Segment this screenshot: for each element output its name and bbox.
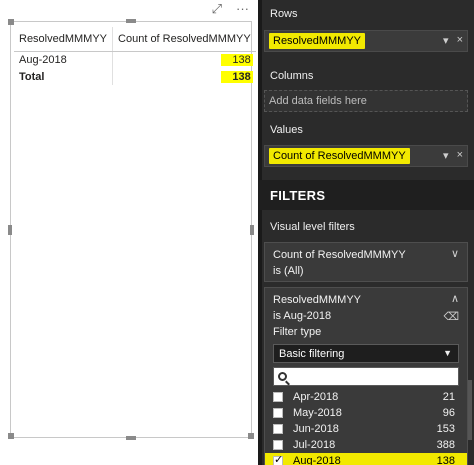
visual-level-filters-label: Visual level filters xyxy=(270,221,355,233)
chevron-down-icon[interactable]: ∨ xyxy=(451,247,459,260)
list-item[interactable]: Jul-2018 388 xyxy=(273,437,459,453)
values-section-label: Values xyxy=(270,124,303,136)
filter-type-dropdown[interactable]: Basic filtering ▼ xyxy=(273,344,459,363)
column-header-resolved[interactable]: ResolvedMMMYY xyxy=(14,27,114,52)
row-label: Aug-2018 xyxy=(14,51,114,68)
rows-field-name: ResolvedMMMYY xyxy=(269,33,366,49)
total-value: 138 xyxy=(220,70,253,83)
filter-card-resolved[interactable]: ResolvedMMMYY is Aug-2018 ∧ ⌫ Filter typ… xyxy=(264,287,468,465)
report-canvas: ⤢ ··· ResolvedMMMYY Count of ResolvedMMM… xyxy=(0,0,258,465)
resize-handle-bottom[interactable] xyxy=(126,436,136,440)
item-count: 138 xyxy=(436,455,455,465)
list-item-selected[interactable]: Aug-2018 138 xyxy=(265,453,467,465)
resize-handle-top-left[interactable] xyxy=(8,19,14,25)
item-count: 388 xyxy=(436,439,455,451)
total-row: Total 138 xyxy=(14,68,256,85)
item-count: 153 xyxy=(436,423,455,435)
columns-section-label: Columns xyxy=(270,70,314,82)
chevron-down-icon[interactable]: ▾ xyxy=(443,34,449,47)
pane-edge xyxy=(258,0,262,465)
column-header-count[interactable]: Count of ResolvedMMMYY xyxy=(112,27,256,52)
list-item[interactable]: Apr-2018 21 xyxy=(273,389,459,405)
list-item[interactable]: Jun-2018 153 xyxy=(273,421,459,437)
more-options-icon[interactable]: ··· xyxy=(236,2,249,16)
values-field-name: Count of ResolvedMMMYY xyxy=(269,148,410,164)
row-value-cell: 138 xyxy=(113,51,256,68)
focus-mode-icon[interactable]: ⤢ xyxy=(212,2,222,16)
table-row: Aug-2018 138 xyxy=(14,51,256,68)
filter-field-name: Count of ResolvedMMMYY xyxy=(273,249,406,261)
fields-filters-pane: Rows ResolvedMMMYY ▾ × Columns Add data … xyxy=(258,0,474,465)
item-label: May-2018 xyxy=(293,407,342,419)
resize-handle-left[interactable] xyxy=(8,225,12,235)
filters-header: FILTERS xyxy=(258,180,474,210)
filter-card-count[interactable]: Count of ResolvedMMMYY is (All) ∨ xyxy=(264,242,468,282)
checkbox[interactable] xyxy=(273,424,283,434)
filter-state: is (All) xyxy=(273,265,304,277)
caret-down-icon: ▼ xyxy=(443,348,452,358)
values-field-well[interactable]: Count of ResolvedMMMYY ▾ × xyxy=(264,145,468,167)
filter-field-name: ResolvedMMMYY xyxy=(273,294,362,306)
columns-placeholder: Add data fields here xyxy=(269,95,367,107)
total-value-cell: 138 xyxy=(113,68,256,85)
item-count: 96 xyxy=(442,407,455,419)
item-label: Jun-2018 xyxy=(293,423,339,435)
item-label: Aug-2018 xyxy=(293,455,341,465)
filter-state: is Aug-2018 xyxy=(273,310,332,322)
total-label: Total xyxy=(14,68,114,85)
resize-handle-bottom-left[interactable] xyxy=(8,433,14,439)
columns-field-well[interactable]: Add data fields here xyxy=(264,90,468,112)
chevron-down-icon[interactable]: ▾ xyxy=(443,149,449,162)
clear-filter-icon[interactable]: ⌫ xyxy=(443,310,459,323)
pane-scrollbar[interactable] xyxy=(468,380,472,440)
item-label: Apr-2018 xyxy=(293,391,339,403)
filter-value-list: Apr-2018 21 May-2018 96 Jun-2018 153 Jul… xyxy=(265,389,467,465)
visual-header-icons: ⤢ ··· xyxy=(212,2,249,16)
rows-section-label: Rows xyxy=(270,8,298,20)
close-icon[interactable]: × xyxy=(457,34,463,47)
close-icon[interactable]: × xyxy=(457,149,463,162)
search-icon xyxy=(278,372,287,381)
matrix-header-row: ResolvedMMMYY Count of ResolvedMMMYY xyxy=(14,27,256,52)
resize-handle-top[interactable] xyxy=(126,19,136,23)
filter-type-value: Basic filtering xyxy=(279,347,345,360)
item-count: 21 xyxy=(442,391,455,403)
chevron-up-icon[interactable]: ∧ xyxy=(451,292,459,305)
resize-handle-right[interactable] xyxy=(250,225,254,235)
checkbox[interactable] xyxy=(273,440,283,450)
checkbox[interactable] xyxy=(273,392,283,402)
filter-search-input[interactable] xyxy=(273,367,459,386)
checkbox-checked[interactable] xyxy=(273,453,283,465)
filter-type-label: Filter type xyxy=(273,326,322,338)
rows-field-well[interactable]: ResolvedMMMYY ▾ × xyxy=(264,30,468,52)
list-item[interactable]: May-2018 96 xyxy=(273,405,459,421)
row-value: 138 xyxy=(220,53,253,66)
item-label: Jul-2018 xyxy=(293,439,336,451)
matrix-table: ResolvedMMMYY Count of ResolvedMMMYY Aug… xyxy=(14,27,256,85)
checkbox[interactable] xyxy=(273,408,283,418)
resize-handle-bottom-right[interactable] xyxy=(248,433,254,439)
